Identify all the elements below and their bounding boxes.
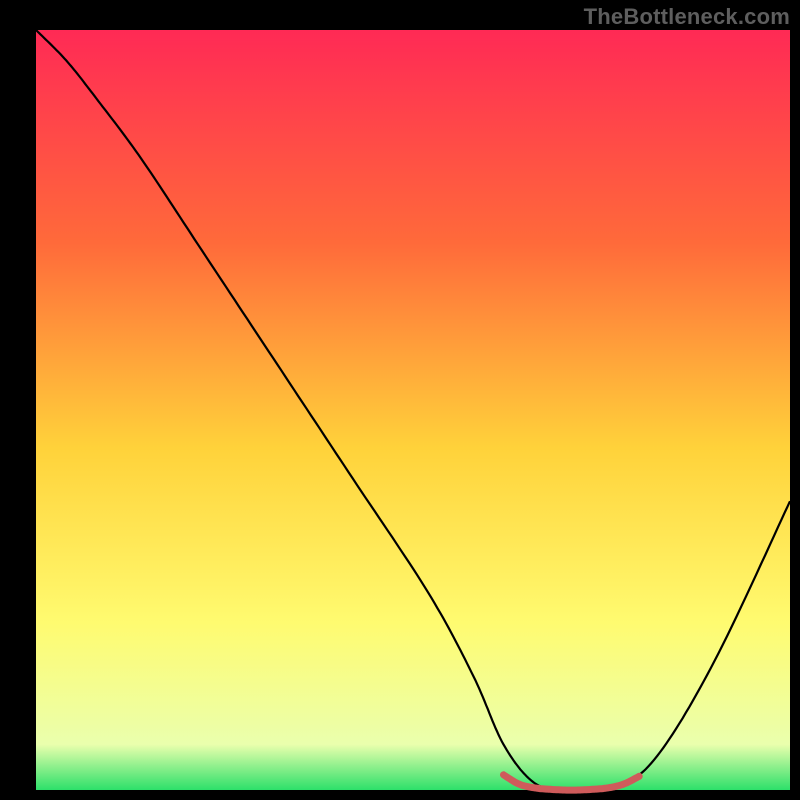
bottleneck-chart xyxy=(0,0,800,800)
plot-background xyxy=(36,30,790,790)
chart-frame: TheBottleneck.com xyxy=(0,0,800,800)
watermark-text: TheBottleneck.com xyxy=(584,4,790,30)
